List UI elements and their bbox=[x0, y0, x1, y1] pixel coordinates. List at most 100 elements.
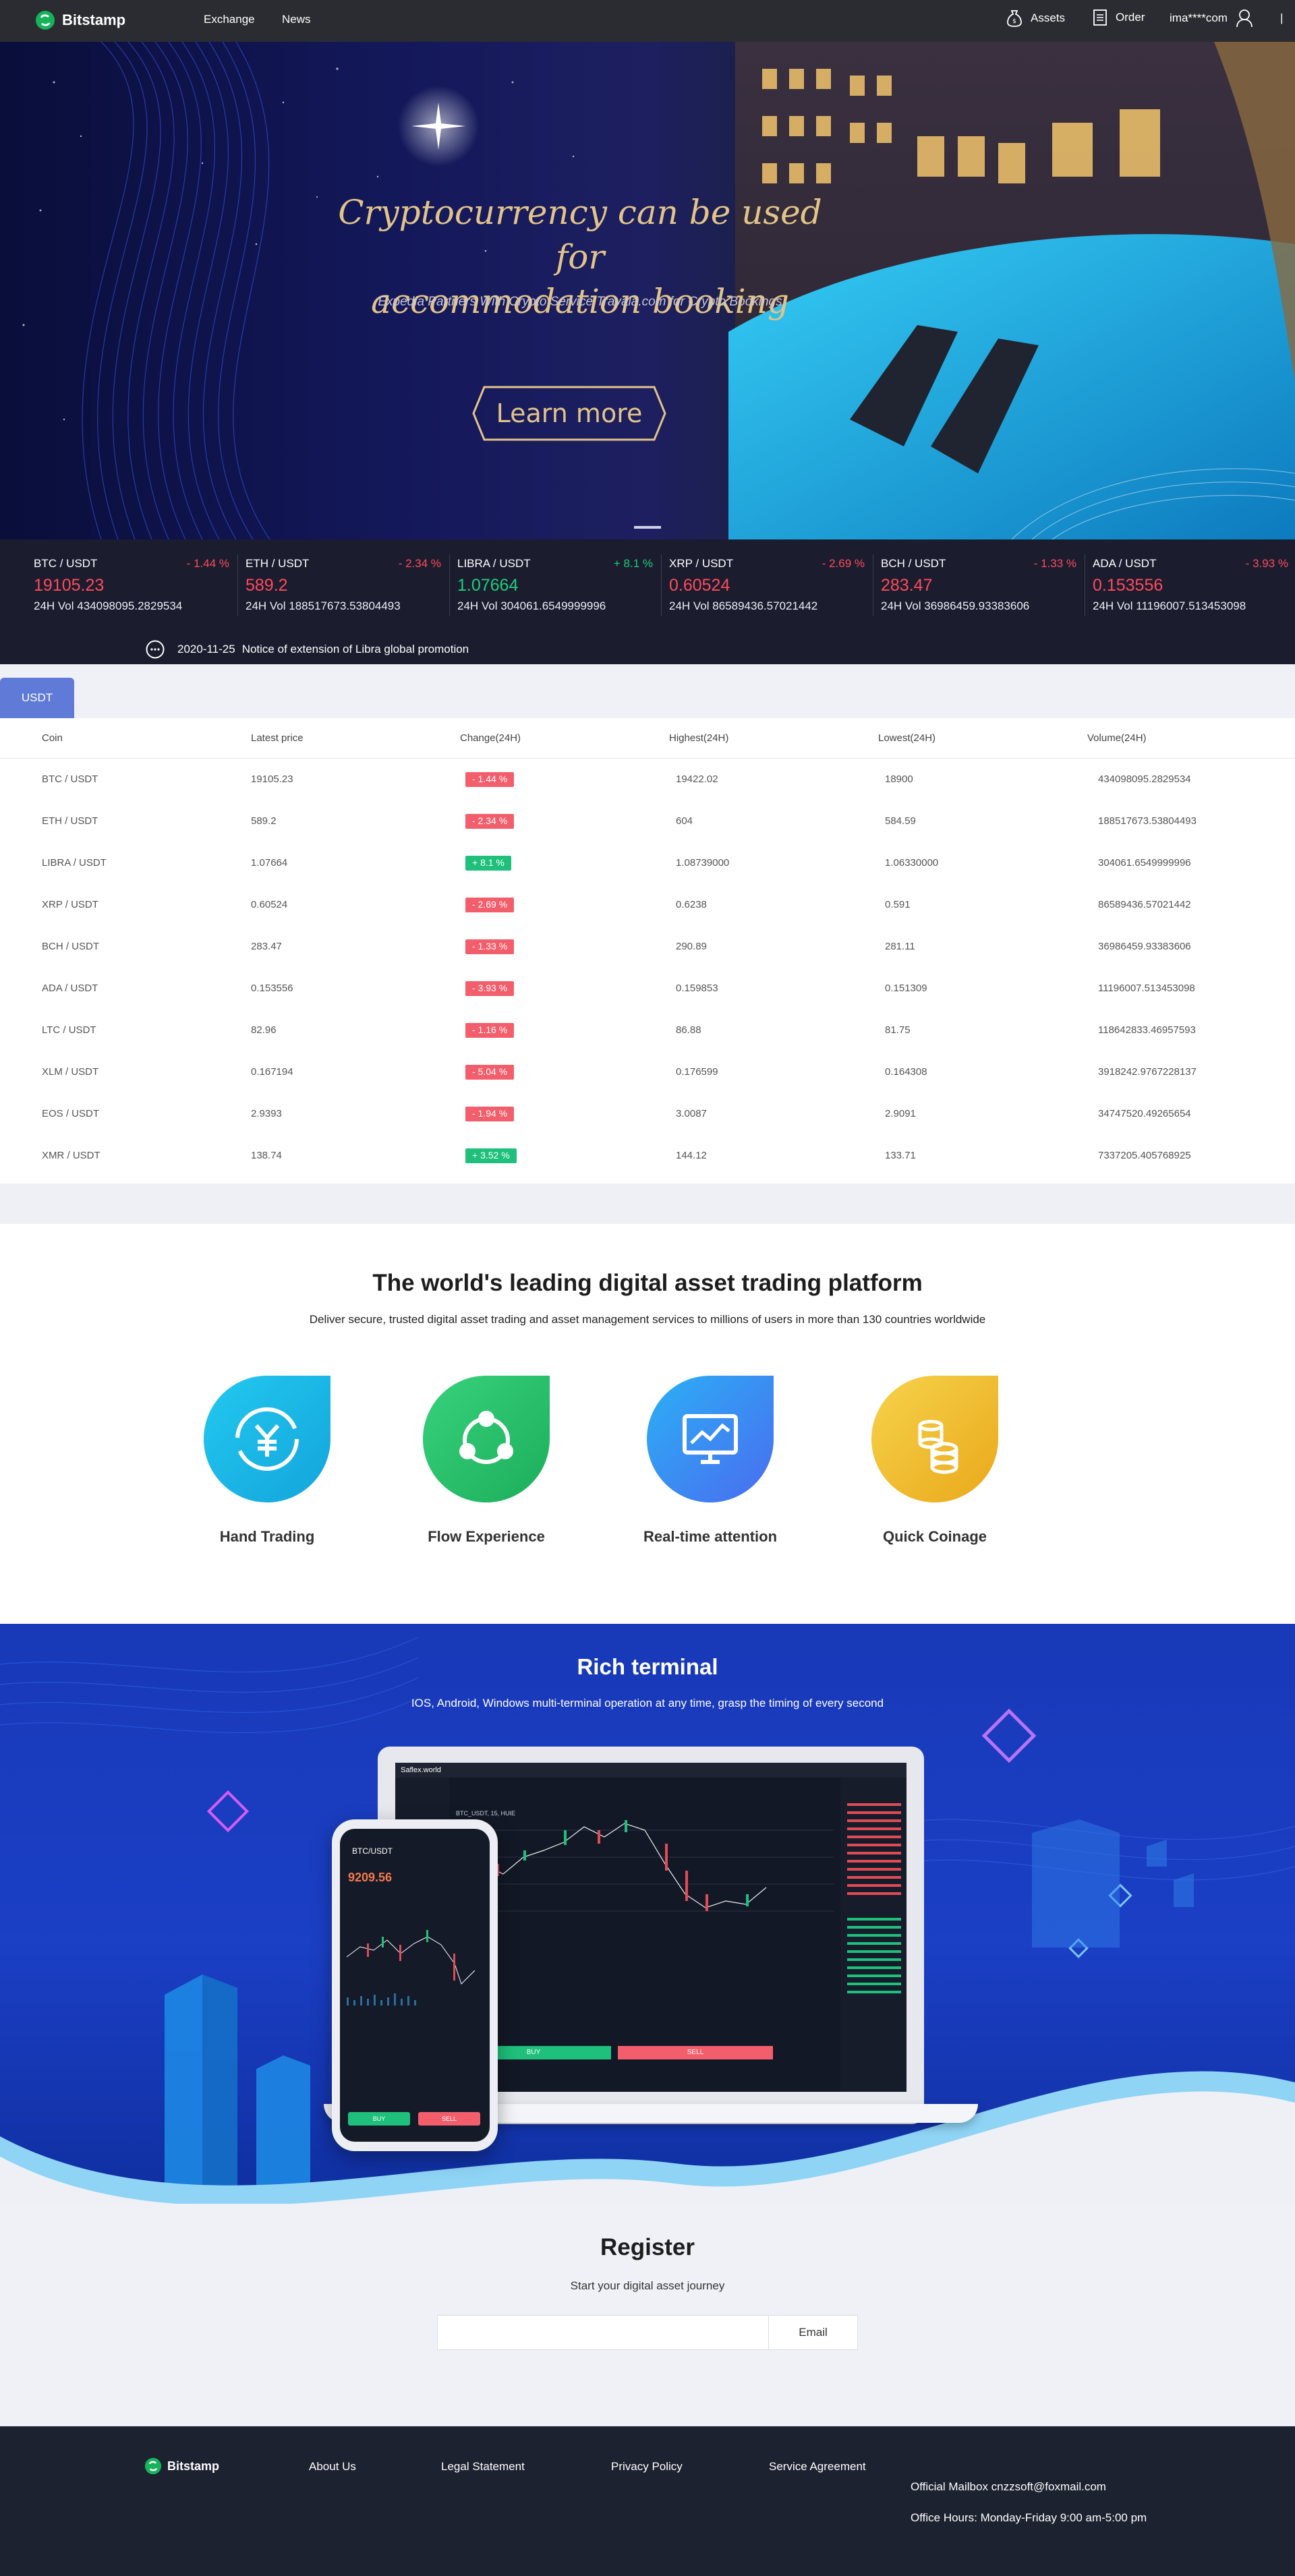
cell-price: 1.07664 bbox=[251, 857, 288, 869]
register-title: Register bbox=[600, 2234, 695, 2260]
phone-buy-button[interactable]: BUY bbox=[348, 2112, 410, 2126]
ticker-price: 1.07664 bbox=[457, 576, 519, 595]
speech-bubble-icon bbox=[146, 640, 165, 659]
feature-quick-coinage: Quick Coinage bbox=[854, 1376, 1016, 1546]
ticker-price: 0.153556 bbox=[1093, 576, 1163, 595]
cell-volume: 434098095.2829534 bbox=[1098, 773, 1191, 785]
ticker-card[interactable]: ADA / USDT - 3.93 % 0.153556 24H Vol 111960… bbox=[1093, 557, 1288, 613]
footer-link-about[interactable]: About Us bbox=[309, 2460, 356, 2473]
notice-bar[interactable]: 2020-11-25 Notice of extension of Libra … bbox=[145, 639, 469, 660]
cell-coin: ADA / USDT bbox=[42, 983, 98, 994]
ticker-change: - 2.69 % bbox=[822, 557, 865, 570]
learn-more-button[interactable]: Learn more bbox=[472, 386, 666, 441]
table-row[interactable]: XLM / USDT 0.167194 - 5.04 % 0.176599 0.1643… bbox=[0, 1051, 1295, 1093]
features-title: The world's leading digital asset tradin… bbox=[372, 1270, 923, 1296]
cell-high: 1.08739000 bbox=[676, 857, 730, 869]
ticker-card[interactable]: LIBRA / USDT + 8.1 % 1.07664 24H Vol 304061… bbox=[457, 557, 653, 613]
carousel-indicator[interactable] bbox=[634, 526, 661, 529]
laptop-sell-button[interactable]: SELL bbox=[618, 2046, 773, 2059]
table-row[interactable]: LIBRA / USDT 1.07664 + 8.1 % 1.08739000 1.06… bbox=[0, 842, 1295, 884]
table-row[interactable]: LTC / USDT 82.96 - 1.16 % 86.88 81.75 1186428… bbox=[0, 1009, 1295, 1051]
price-ticker: BTC / USDT - 1.44 % 19105.23 24H Vol 434098… bbox=[0, 539, 1295, 664]
cell-low: 0.164308 bbox=[885, 1066, 927, 1078]
phone-mockup: BTC/USDT 9209.56 BUY SELL bbox=[332, 1819, 498, 2151]
cell-high: 19422.02 bbox=[676, 773, 718, 785]
ticker-card[interactable]: XRP / USDT - 2.69 % 0.60524 24H Vol 8658943… bbox=[669, 557, 865, 613]
feature-label: Flow Experience bbox=[428, 1528, 545, 1545]
cell-coin: LIBRA / USDT bbox=[42, 857, 107, 869]
cell-price: 138.74 bbox=[251, 1150, 282, 1161]
cell-high: 0.6238 bbox=[676, 899, 707, 910]
coin-stack-icon bbox=[871, 1376, 998, 1502]
user-name: ima****com bbox=[1170, 11, 1228, 24]
table-row[interactable]: BCH / USDT 283.47 - 1.33 % 290.89 281.11 3698… bbox=[0, 926, 1295, 968]
assets-link[interactable]: $ Assets bbox=[1006, 9, 1065, 28]
terminal-title: Rich terminal bbox=[577, 1654, 718, 1679]
table-row[interactable]: ADA / USDT 0.153556 - 3.93 % 0.159853 0.1513… bbox=[0, 968, 1295, 1009]
cell-low: 584.59 bbox=[885, 815, 916, 827]
ticker-change: - 3.93 % bbox=[1245, 557, 1288, 570]
order-label: Order bbox=[1116, 11, 1145, 24]
cell-coin: BTC / USDT bbox=[42, 773, 98, 785]
cell-volume: 118642833.46957593 bbox=[1098, 1024, 1196, 1036]
terminal-subtitle: IOS, Android, Windows multi-terminal ope… bbox=[411, 1697, 884, 1709]
nav-exchange[interactable]: Exchange bbox=[204, 13, 255, 26]
footer-link-legal[interactable]: Legal Statement bbox=[441, 2460, 525, 2473]
market-section: USDT Coin Latest price Change(24H) Highe… bbox=[0, 664, 1295, 1183]
order-link[interactable]: Order bbox=[1093, 9, 1145, 26]
email-input[interactable] bbox=[437, 2315, 769, 2350]
cell-coin: BCH / USDT bbox=[42, 941, 100, 952]
ticker-card[interactable]: BCH / USDT - 1.33 % 283.47 24H Vol 36986459… bbox=[881, 557, 1076, 613]
cell-coin: EOS / USDT bbox=[42, 1108, 100, 1119]
table-row[interactable]: XRP / USDT 0.60524 - 2.69 % 0.6238 0.591 8658… bbox=[0, 884, 1295, 926]
network-nodes-icon bbox=[423, 1376, 550, 1502]
footer-link-privacy[interactable]: Privacy Policy bbox=[611, 2460, 683, 2473]
ticker-card[interactable]: BTC / USDT - 1.44 % 19105.23 24H Vol 434098… bbox=[34, 557, 229, 613]
feature-hand-trading: Hand Trading bbox=[186, 1376, 348, 1546]
feature-label: Quick Coinage bbox=[882, 1528, 987, 1545]
ticker-price: 589.2 bbox=[246, 576, 288, 595]
phone-sell-button[interactable]: SELL bbox=[418, 2112, 480, 2126]
ticker-change: - 1.33 % bbox=[1033, 557, 1076, 570]
ticker-separator bbox=[237, 554, 238, 616]
assets-label: Assets bbox=[1031, 11, 1066, 24]
tab-usdt[interactable]: USDT bbox=[0, 678, 74, 718]
footer-mailbox: Official Mailbox cnzzsoft@foxmail.com bbox=[911, 2480, 1106, 2493]
cell-low: 81.75 bbox=[885, 1024, 911, 1036]
table-row[interactable]: BTC / USDT 19105.23 - 1.44 % 19422.02 18900 4… bbox=[0, 759, 1295, 800]
banner-subtitle: Expedia Partners With Crypto Service Tra… bbox=[378, 295, 782, 309]
cell-volume: 86589436.57021442 bbox=[1098, 899, 1191, 910]
table-row[interactable]: EOS / USDT 2.9393 - 1.94 % 3.0087 2.9091 3474… bbox=[0, 1093, 1295, 1135]
rich-terminal-section: Rich terminal IOS, Android, Windows mult… bbox=[0, 1624, 1295, 2204]
col-highest: Highest(24H) bbox=[669, 732, 729, 744]
cell-change-badge: - 1.44 % bbox=[465, 772, 515, 787]
cell-high: 86.88 bbox=[676, 1024, 701, 1036]
learn-more-label: Learn more bbox=[496, 399, 643, 428]
ticker-card[interactable]: ETH / USDT - 2.34 % 589.2 24H Vol 188517673… bbox=[246, 557, 441, 613]
brand-logo[interactable]: Bitstamp bbox=[35, 10, 125, 30]
market-table-header: Coin Latest price Change(24H) Highest(24… bbox=[0, 718, 1295, 759]
table-row[interactable]: XMR / USDT 138.74 + 3.52 % 144.12 133.71 7337… bbox=[0, 1135, 1295, 1177]
cell-coin: XMR / USDT bbox=[42, 1150, 100, 1161]
user-menu[interactable]: ima****com | bbox=[1170, 9, 1283, 28]
footer-link-service[interactable]: Service Agreement bbox=[769, 2460, 866, 2473]
col-coin: Coin bbox=[42, 732, 63, 744]
cell-price: 283.47 bbox=[251, 941, 282, 952]
feature-label: Hand Trading bbox=[219, 1528, 315, 1545]
ticker-separator bbox=[449, 554, 450, 616]
col-lowest: Lowest(24H) bbox=[878, 732, 936, 744]
email-register-button[interactable]: Email bbox=[769, 2315, 858, 2350]
footer-brand[interactable]: Bitstamp bbox=[144, 2457, 219, 2475]
bitstamp-logo-icon bbox=[144, 2457, 162, 2475]
ticker-separator bbox=[661, 554, 662, 616]
cell-volume: 3918242.9767228137 bbox=[1098, 1066, 1197, 1078]
cell-volume: 188517673.53804493 bbox=[1098, 815, 1197, 827]
ticker-change: + 8.1 % bbox=[613, 557, 653, 570]
ticker-change: - 2.34 % bbox=[398, 557, 441, 570]
cell-low: 133.71 bbox=[885, 1150, 916, 1161]
table-row[interactable]: ETH / USDT 589.2 - 2.34 % 604 584.59 18851767… bbox=[0, 800, 1295, 842]
cell-high: 604 bbox=[676, 815, 693, 827]
cell-high: 144.12 bbox=[676, 1150, 707, 1161]
banner-title-line1: Cryptocurrency can be used for bbox=[338, 193, 822, 276]
nav-news[interactable]: News bbox=[282, 13, 311, 26]
